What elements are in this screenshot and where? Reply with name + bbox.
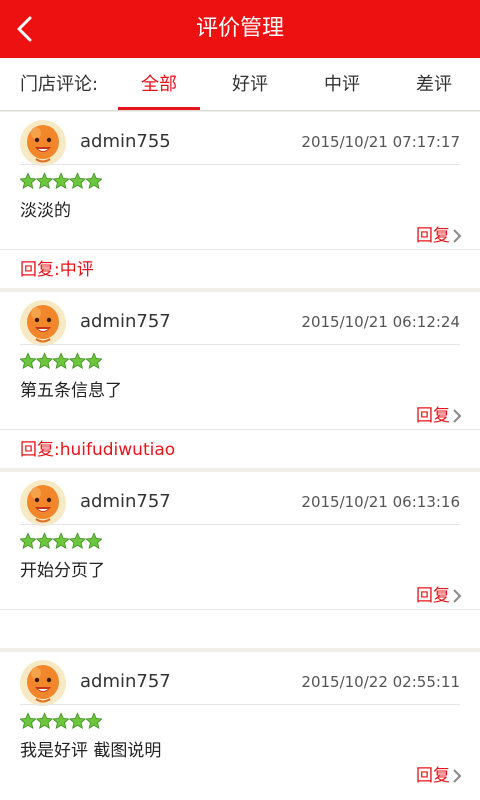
green-star-icon-group (20, 532, 102, 549)
reply-button[interactable]: 回复 (416, 584, 462, 608)
review-card: admin757 2015/10/21 06:12:24 第五条信息了 回复 回… (0, 292, 480, 468)
green-star-icon-group (20, 712, 102, 729)
green-star-icon (20, 172, 37, 189)
green-star-icon (20, 532, 37, 549)
green-star-icon (68, 712, 87, 729)
page-title: 评价管理 (195, 16, 284, 41)
chevron-right-icon (453, 769, 462, 783)
review-username: admin757 (80, 671, 171, 692)
tab-positive[interactable]: 好评 (209, 58, 291, 111)
reply-button-label: 回复 (416, 406, 450, 426)
green-star-icon (52, 712, 70, 729)
divider (20, 344, 460, 345)
filter-tabs: 门店评论: 全部 好评 中评 差评 (0, 58, 480, 111)
review-content: 第五条信息了 (20, 381, 122, 401)
reply-button[interactable]: 回复 (416, 764, 462, 788)
review-content: 淡淡的 (20, 201, 71, 221)
review-username: admin755 (80, 131, 171, 152)
reply-button-label: 回复 (416, 226, 450, 246)
reply-text: 回复:中评 (20, 260, 94, 280)
avatar (20, 480, 66, 526)
review-time: 2015/10/22 02:55:11 (301, 673, 460, 691)
green-star-icon (85, 172, 102, 189)
review-card: admin757 2015/10/21 06:13:16 开始分页了 回复 (0, 472, 480, 648)
active-tab-indicator (118, 107, 200, 110)
tab-all[interactable]: 全部 (118, 58, 200, 111)
green-star-icon (52, 172, 70, 189)
review-time: 2015/10/21 06:12:24 (301, 313, 460, 331)
green-star-icon (20, 352, 37, 369)
green-star-icon (85, 532, 102, 549)
review-time: 2015/10/21 07:17:17 (301, 133, 460, 151)
tabs-label: 门店评论: (20, 74, 99, 95)
green-star-icon (52, 352, 70, 369)
divider (20, 704, 460, 705)
divider (20, 164, 460, 165)
review-header: admin755 2015/10/21 07:17:17 (0, 112, 480, 166)
green-star-icon (85, 352, 102, 369)
review-header: admin757 2015/10/21 06:12:24 (0, 292, 480, 346)
review-content: 开始分页了 (20, 561, 105, 581)
green-star-icon (35, 352, 54, 369)
reply-text: 回复:huifudiwutiao (20, 440, 176, 460)
tab-neutral[interactable]: 中评 (301, 58, 383, 111)
chevron-right-icon (453, 589, 462, 603)
review-username: admin757 (80, 491, 171, 512)
star-rating (20, 172, 102, 190)
green-star-icon (35, 172, 54, 189)
reply-button[interactable]: 回复 (416, 224, 462, 248)
green-star-icon (35, 532, 54, 549)
green-star-icon-group (20, 172, 102, 189)
avatar (20, 120, 66, 166)
reply-button-label: 回复 (416, 586, 450, 606)
star-rating (20, 352, 102, 370)
green-star-icon (20, 712, 37, 729)
green-star-icon-group (20, 352, 102, 369)
review-card: admin757 2015/10/22 02:55:11 我是好评 截图说明 回… (0, 652, 480, 800)
review-username: admin757 (80, 311, 171, 332)
chevron-right-icon (453, 409, 462, 423)
green-star-icon (85, 712, 102, 729)
reply-button[interactable]: 回复 (416, 404, 462, 428)
orange-face-avatar-icon (20, 300, 66, 346)
review-header: admin757 2015/10/22 02:55:11 (0, 652, 480, 706)
orange-face-avatar-icon (20, 120, 66, 166)
avatar (20, 300, 66, 346)
green-star-icon (68, 532, 87, 549)
avatar (20, 660, 66, 706)
review-card: admin755 2015/10/21 07:17:17 淡淡的 回复 回复:中… (0, 112, 480, 288)
chevron-right-icon (453, 229, 462, 243)
green-star-icon (68, 352, 87, 369)
divider (0, 609, 480, 610)
review-time: 2015/10/21 06:13:16 (301, 493, 460, 511)
reply-button-label: 回复 (416, 766, 450, 786)
green-star-icon (35, 712, 54, 729)
green-star-icon (68, 172, 87, 189)
orange-face-avatar-icon (20, 660, 66, 706)
review-content: 我是好评 截图说明 (20, 741, 162, 761)
divider (20, 524, 460, 525)
tab-negative[interactable]: 差评 (393, 58, 475, 111)
green-star-icon (52, 532, 70, 549)
app-header: 评价管理 (0, 0, 480, 58)
star-rating (20, 712, 102, 730)
orange-face-avatar-icon (20, 480, 66, 526)
star-rating (20, 532, 102, 550)
review-header: admin757 2015/10/21 06:13:16 (0, 472, 480, 526)
